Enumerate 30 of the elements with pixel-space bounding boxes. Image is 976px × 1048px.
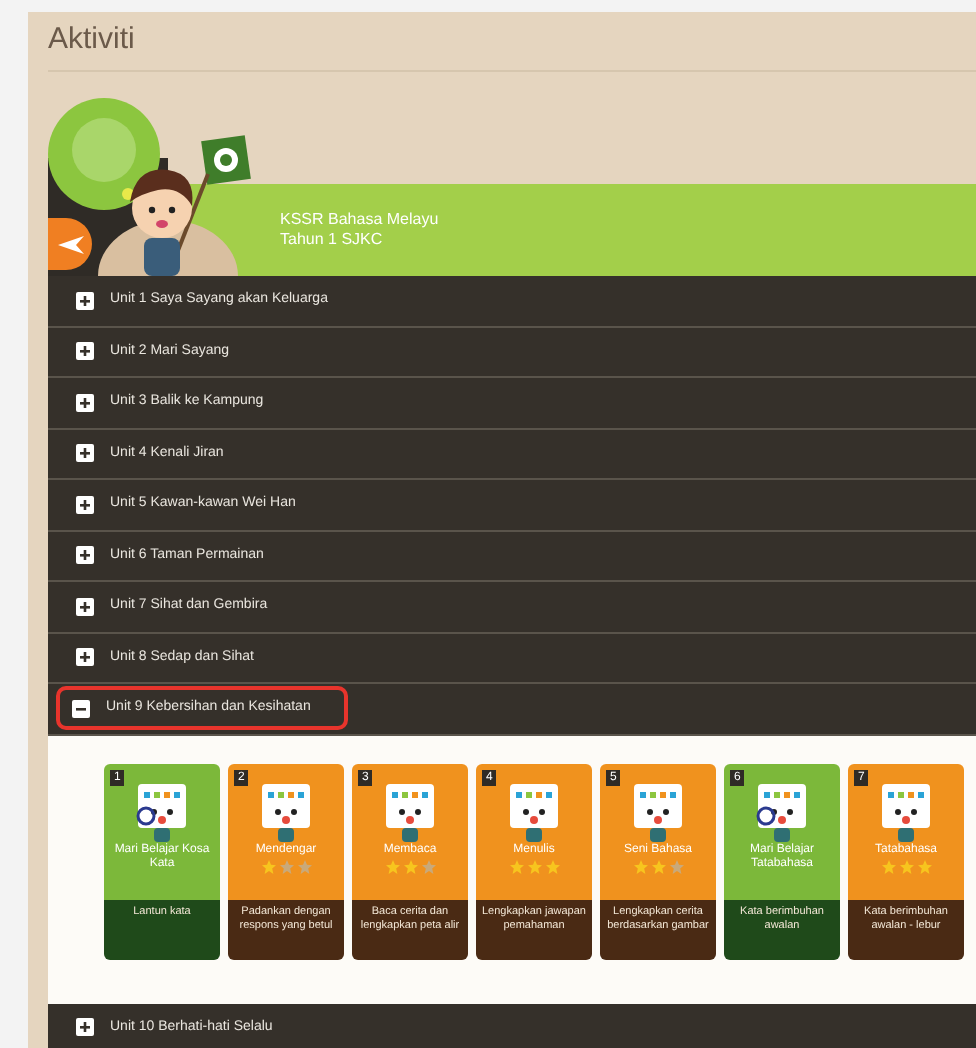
expand-icon bbox=[76, 648, 94, 667]
expand-icon bbox=[76, 546, 94, 565]
star-empty-icon bbox=[279, 859, 293, 873]
page-title: Aktiviti bbox=[48, 20, 135, 61]
star-filled-icon bbox=[917, 859, 931, 873]
star-filled-icon bbox=[651, 859, 665, 873]
expand-icon bbox=[76, 597, 94, 616]
course-title: KSSR Bahasa Melayu bbox=[280, 212, 441, 228]
expand-icon bbox=[76, 342, 94, 361]
course-subtitle: Tahun 1 SJKC bbox=[280, 232, 385, 248]
star-filled-icon bbox=[881, 859, 895, 873]
expand-icon bbox=[76, 1018, 94, 1037]
back-button[interactable] bbox=[48, 218, 92, 270]
star-filled-icon bbox=[403, 859, 417, 873]
star-empty-icon bbox=[669, 859, 683, 873]
expand-icon bbox=[76, 291, 94, 310]
star-filled-icon bbox=[633, 859, 647, 873]
star-empty-icon bbox=[421, 859, 435, 873]
star-filled-icon bbox=[527, 859, 541, 873]
collapse-icon bbox=[72, 699, 90, 718]
expand-icon bbox=[76, 444, 94, 463]
star-filled-icon bbox=[261, 859, 275, 873]
star-filled-icon bbox=[545, 859, 559, 873]
star-empty-icon bbox=[297, 859, 311, 873]
expand-icon bbox=[76, 393, 94, 412]
paper-plane-icon bbox=[57, 235, 83, 253]
star-filled-icon bbox=[899, 859, 913, 873]
star-filled-icon bbox=[509, 859, 523, 873]
star-filled-icon bbox=[385, 859, 399, 873]
expand-icon bbox=[76, 495, 94, 514]
